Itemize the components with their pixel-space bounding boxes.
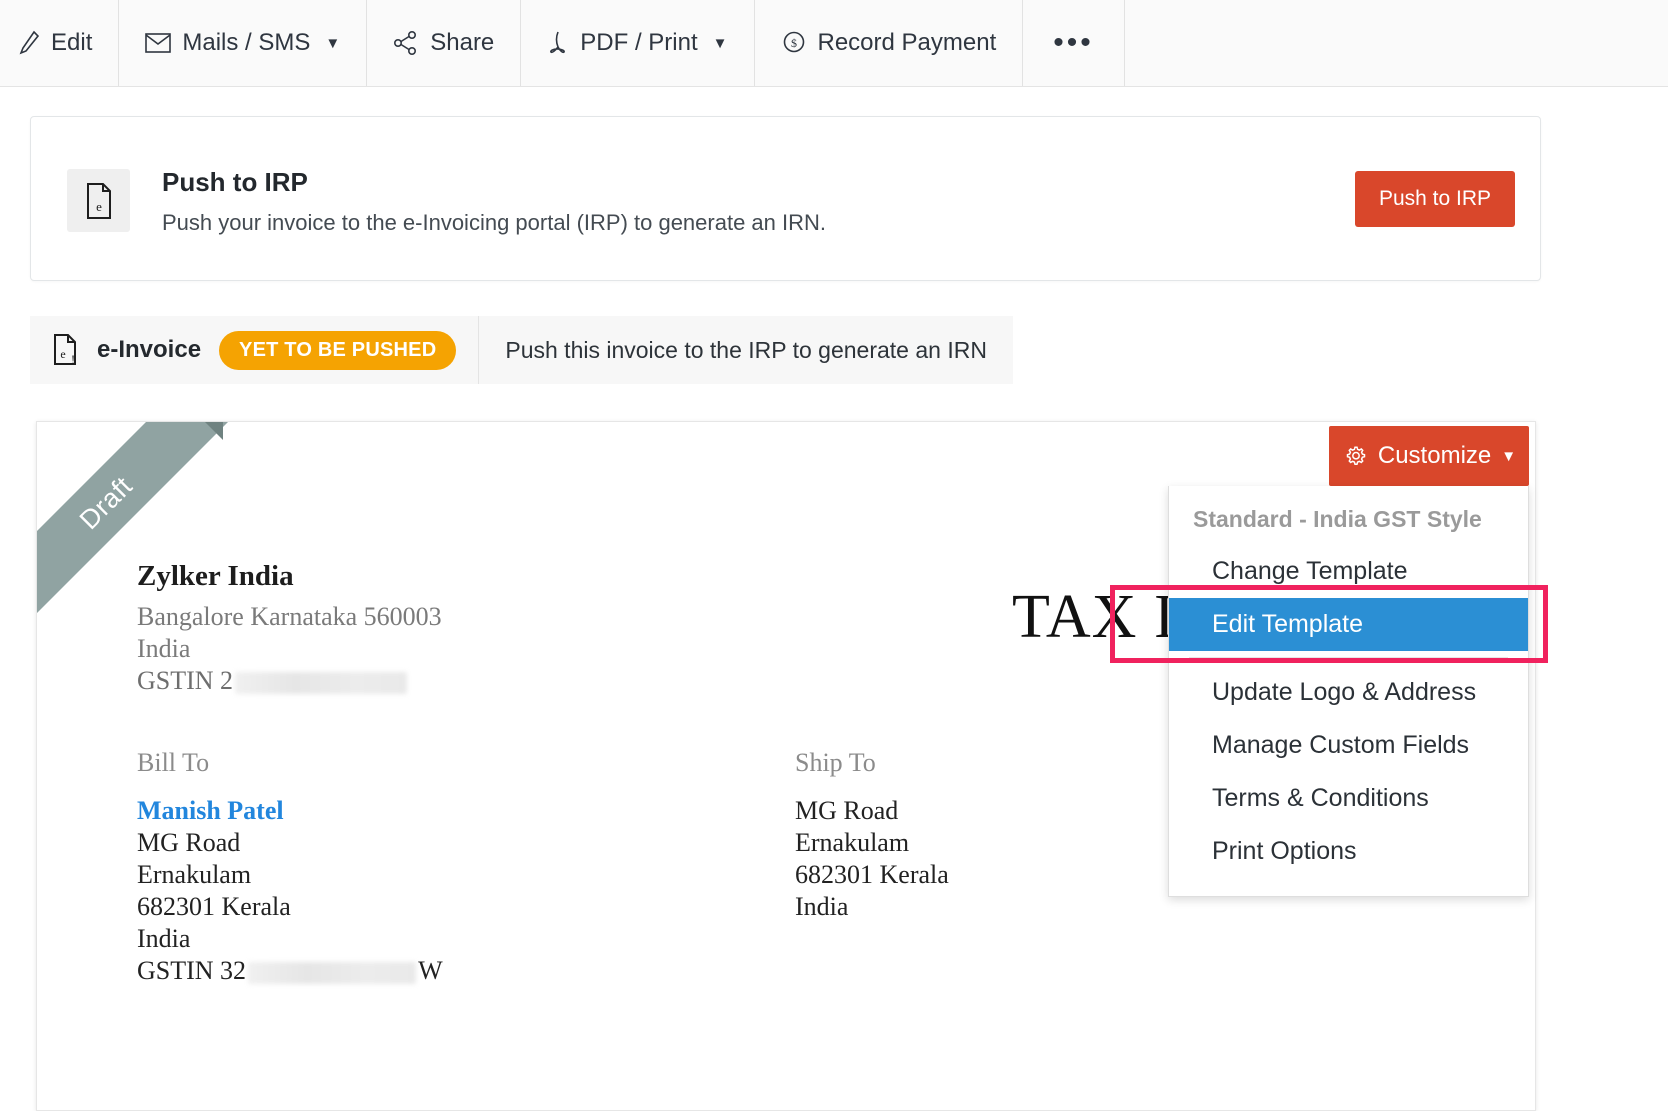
menu-item-change-template[interactable]: Change Template [1169,545,1528,598]
envelope-icon [145,32,171,54]
e-invoice-alert-icon: e ! [52,333,79,367]
bill-to-line: Ernakulam [137,860,251,890]
customize-button-label: Customize [1378,442,1491,470]
menu-item-update-logo-address[interactable]: Update Logo & Address [1169,666,1528,719]
menu-item-edit-template[interactable]: Edit Template [1169,598,1528,651]
svg-text:$: $ [791,36,797,50]
bill-to-gstin: GSTIN 32 W [137,956,443,986]
pdf-icon [547,30,569,56]
company-address-line-1: Bangalore Karnataka 560003 [137,602,442,632]
company-name: Zylker India [137,560,294,593]
share-button[interactable]: Share [367,0,521,86]
invoice-title-heading: TAX I [1012,582,1176,653]
einvoice-status-left: e ! e-Invoice YET TO BE PUSHED [30,316,479,384]
record-payment-button[interactable]: $ Record Payment [755,0,1024,86]
irp-banner-title: Push to IRP [162,167,308,198]
menu-item-terms-conditions[interactable]: Terms & Conditions [1169,772,1528,825]
company-gstin: GSTIN 2 [137,666,409,696]
ribbon-fold [205,422,223,440]
bill-to-label: Bill To [137,748,209,778]
mails-sms-button[interactable]: Mails / SMS ▼ [119,0,367,86]
redacted-value [235,672,407,694]
einvoice-status-strip: e ! e-Invoice YET TO BE PUSHED Push this… [30,316,1013,384]
bill-to-gstin-prefix: GSTIN 32 [137,956,246,985]
einvoice-label: e-Invoice [97,336,201,364]
chevron-down-icon: ▼ [1501,448,1516,465]
menu-separator [1189,657,1508,658]
chevron-down-icon: ▼ [325,35,340,52]
ship-to-label: Ship To [795,748,876,778]
ship-to-line: MG Road [795,796,898,826]
customize-dropdown-menu: Standard - India GST Style Change Templa… [1168,486,1529,897]
record-payment-label: Record Payment [818,29,997,57]
bill-to-gstin-suffix: W [418,956,443,985]
menu-heading: Standard - India GST Style [1169,502,1528,545]
menu-item-print-options[interactable]: Print Options [1169,825,1528,878]
edit-button-label: Edit [51,29,92,57]
push-to-irp-button[interactable]: Push to IRP [1355,171,1515,227]
ship-to-line: India [795,892,848,922]
svg-text:e: e [96,199,102,214]
bill-to-line: 682301 Kerala [137,892,291,922]
menu-item-manage-custom-fields[interactable]: Manage Custom Fields [1169,719,1528,772]
pencil-icon [18,30,40,56]
chevron-down-icon: ▼ [713,35,728,52]
irp-banner-description: Push your invoice to the e-Invoicing por… [162,210,826,236]
draft-ribbon-label: Draft [73,470,138,535]
share-nodes-icon [393,31,419,55]
ship-to-line: 682301 Kerala [795,860,949,890]
dollar-circle-icon: $ [781,30,807,56]
e-document-icon: e [67,169,130,232]
bill-to-line: India [137,924,190,954]
share-button-label: Share [430,29,494,57]
bill-to-customer-link[interactable]: Manish Patel [137,796,284,826]
gear-icon [1342,443,1368,469]
pdf-print-button[interactable]: PDF / Print ▼ [521,0,754,86]
ship-to-line: Ernakulam [795,828,909,858]
pdf-print-label: PDF / Print [580,29,697,57]
customize-button[interactable]: Customize ▼ [1329,426,1529,486]
bill-to-line: MG Road [137,828,240,858]
redacted-value [248,962,416,984]
push-to-irp-banner: e Push to IRP Push your invoice to the e… [30,116,1541,281]
top-toolbar: Edit Mails / SMS ▼ Share PDF / Print ▼ $… [0,0,1668,87]
mails-sms-label: Mails / SMS [182,29,310,57]
company-address-line-2: India [137,634,190,664]
status-badge: YET TO BE PUSHED [219,331,456,370]
einvoice-message: Push this invoice to the IRP to generate… [479,316,1013,384]
svg-text:e: e [60,347,65,361]
more-options-button[interactable]: ••• [1023,0,1125,86]
svg-text:!: ! [71,352,75,367]
edit-button[interactable]: Edit [0,0,119,86]
company-gstin-prefix: GSTIN 2 [137,666,233,695]
